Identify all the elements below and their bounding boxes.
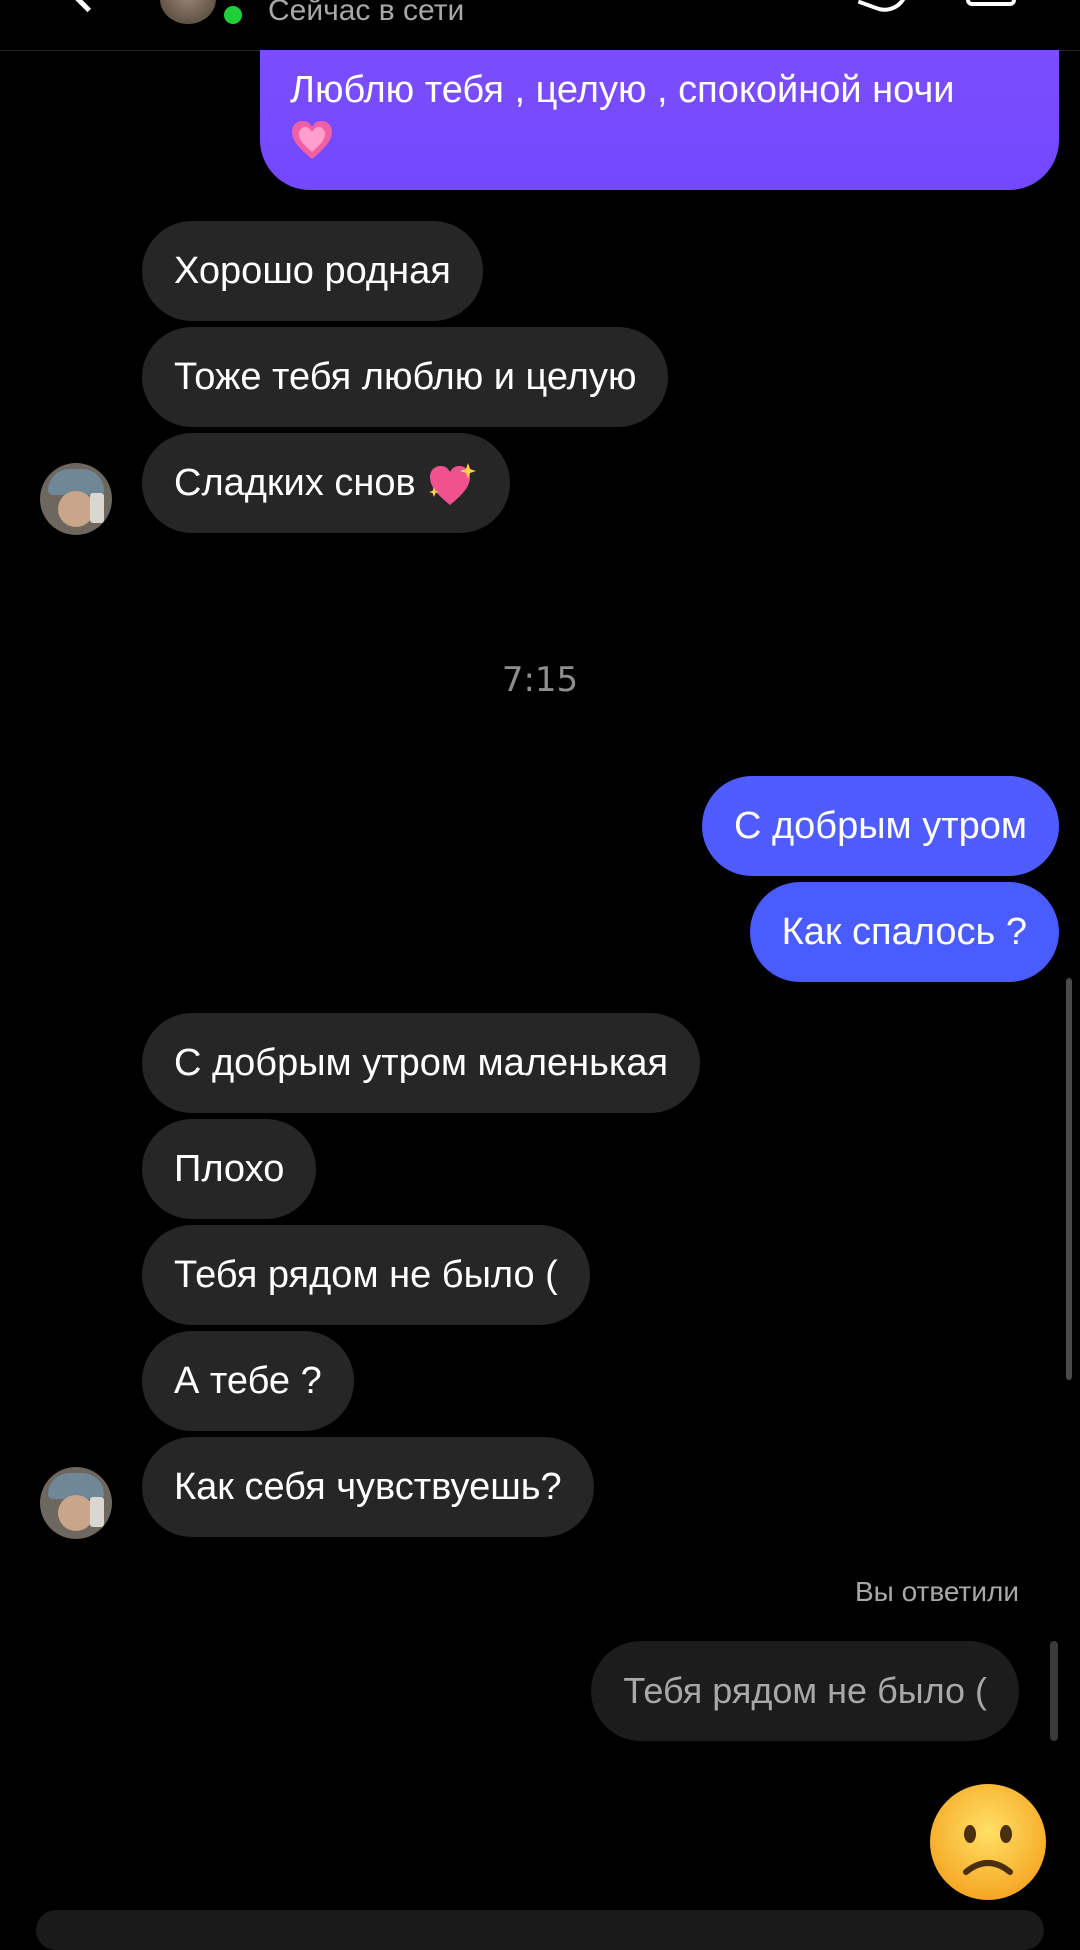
reply-indicator-bar	[1050, 1641, 1058, 1741]
incoming-message[interactable]: Сладких снов	[142, 433, 511, 533]
incoming-message[interactable]: Тебя рядом не было (	[142, 1225, 590, 1325]
message-text: Как спалось ?	[781, 911, 1027, 953]
contact-avatar-small[interactable]	[40, 463, 112, 535]
message-text: Сладких снов	[174, 462, 416, 504]
incoming-message[interactable]: Хорошо родная	[142, 221, 483, 321]
avatar-phone	[90, 1497, 104, 1527]
reply-label: Вы ответили	[854, 1576, 1019, 1607]
sparkling-heart-emoji-icon	[429, 462, 477, 505]
heart-emoji-icon	[292, 120, 332, 159]
back-arrow-icon[interactable]	[62, 0, 113, 13]
chat-header: Сейчас в сети	[0, 0, 1080, 51]
message-text: Тоже тебя люблю и целую	[174, 356, 637, 398]
online-status-dot	[220, 2, 246, 28]
incoming-message[interactable]: Как себя чувствуешь?	[142, 1437, 594, 1537]
contact-status: Сейчас в сети	[268, 0, 465, 27]
quoted-text: Тебя рядом не было (	[623, 1670, 987, 1711]
message-text: Хорошо родная	[174, 250, 451, 292]
contact-avatar[interactable]	[160, 0, 216, 24]
contact-avatar-small[interactable]	[40, 1467, 112, 1539]
avatar-face	[58, 1495, 94, 1531]
scroll-indicator[interactable]	[1066, 978, 1072, 1380]
avatar-phone	[90, 493, 104, 523]
quoted-reply-message[interactable]: Тебя рядом не было (	[591, 1641, 1019, 1741]
video-call-icon[interactable]	[966, 0, 1016, 6]
incoming-message[interactable]: Плохо	[142, 1119, 317, 1219]
incoming-message[interactable]: А тебе ?	[142, 1331, 354, 1431]
message-timestamp: 7:15	[501, 660, 579, 700]
incoming-message[interactable]: Тоже тебя люблю и целую	[142, 327, 669, 427]
message-input-bar[interactable]	[36, 1910, 1044, 1950]
incoming-message[interactable]: С добрым утром маленькая	[142, 1013, 701, 1113]
message-text: Тебя рядом не было (	[174, 1254, 558, 1296]
message-text: Плохо	[174, 1148, 285, 1190]
phone-call-icon[interactable]	[857, 0, 911, 19]
avatar-face	[58, 491, 94, 527]
outgoing-message[interactable]: Люблю тебя , целую , спокойной ночи	[260, 50, 1059, 190]
message-text: С добрым утром маленькая	[174, 1042, 669, 1084]
message-text: С добрым утром	[734, 805, 1027, 847]
message-text: А тебе ?	[174, 1360, 322, 1402]
outgoing-message[interactable]: С добрым утром	[702, 776, 1059, 876]
message-text: Люблю тебя , целую , спокойной ночи	[290, 69, 955, 111]
message-text: Как себя чувствуешь?	[174, 1466, 562, 1508]
sad-face-emoji-icon[interactable]	[928, 1782, 1048, 1902]
outgoing-message[interactable]: Как спалось ?	[749, 882, 1059, 982]
